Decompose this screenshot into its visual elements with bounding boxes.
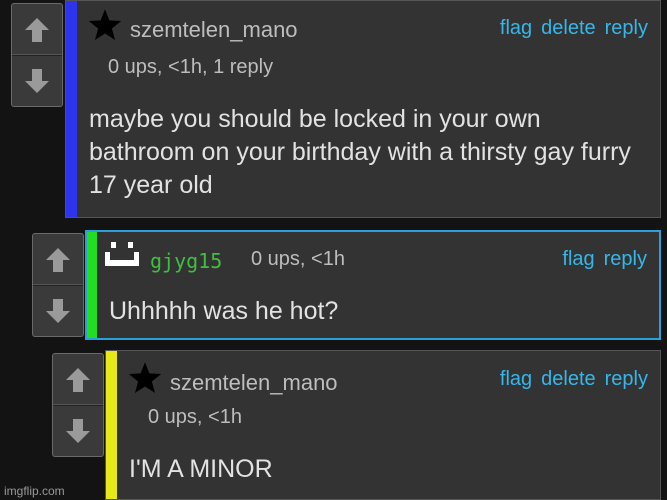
comment-actions: flag delete reply [500,17,648,40]
upvote-button[interactable] [12,4,62,56]
comment-meta: 0 ups, <1h [148,406,242,428]
depth-stripe [106,351,117,499]
watermark: imgflip.com [4,484,65,498]
comment-card: gjyg15 0 ups, <1h flag reply Uhhhhh was … [85,230,661,340]
username[interactable]: gjyg15 [150,249,222,273]
delete-link[interactable]: delete [541,17,596,40]
depth-stripe [87,232,97,338]
depth-stripe [66,1,77,217]
flag-link[interactable]: flag [500,368,532,391]
delete-link[interactable]: delete [541,368,596,391]
downvote-button[interactable] [33,284,83,336]
flag-link[interactable]: flag [500,17,532,40]
down-arrow-icon [66,418,90,443]
up-arrow-icon [25,17,49,42]
comment-meta: 0 ups, <1h [251,248,345,270]
up-arrow-icon [46,247,70,272]
comment-text: maybe you should be locked in your own b… [89,105,631,199]
flag-link[interactable]: flag [562,248,594,271]
comment-actions: flag reply [562,248,647,271]
downvote-button[interactable] [53,404,103,456]
reply-link[interactable]: reply [604,248,647,271]
down-arrow-icon [25,68,49,93]
smiley-face-icon [105,242,139,266]
downvote-button[interactable] [12,54,62,106]
comment-card: szemtelen_mano flag delete reply 0 ups, … [105,350,661,500]
reply-link[interactable]: reply [605,368,648,391]
comment-card: szemtelen_mano flag delete reply 0 ups, … [65,0,661,218]
username[interactable]: szemtelen_mano [170,370,338,396]
vote-box [32,233,84,337]
upvote-button[interactable] [53,354,103,406]
down-arrow-icon [46,298,70,323]
comment-meta: 0 ups, <1h, 1 reply [108,56,274,78]
black-star-icon [88,9,122,40]
up-arrow-icon [66,367,90,392]
reply-link[interactable]: reply [605,17,648,40]
comment-text: Uhhhhh was he hot? [109,297,339,325]
upvote-button[interactable] [33,234,83,286]
username[interactable]: szemtelen_mano [130,17,298,43]
vote-box [11,3,63,107]
comment-text: I'M A MINOR [129,455,273,483]
vote-box [52,353,104,457]
comment-actions: flag delete reply [500,368,648,391]
black-star-icon [128,362,162,393]
